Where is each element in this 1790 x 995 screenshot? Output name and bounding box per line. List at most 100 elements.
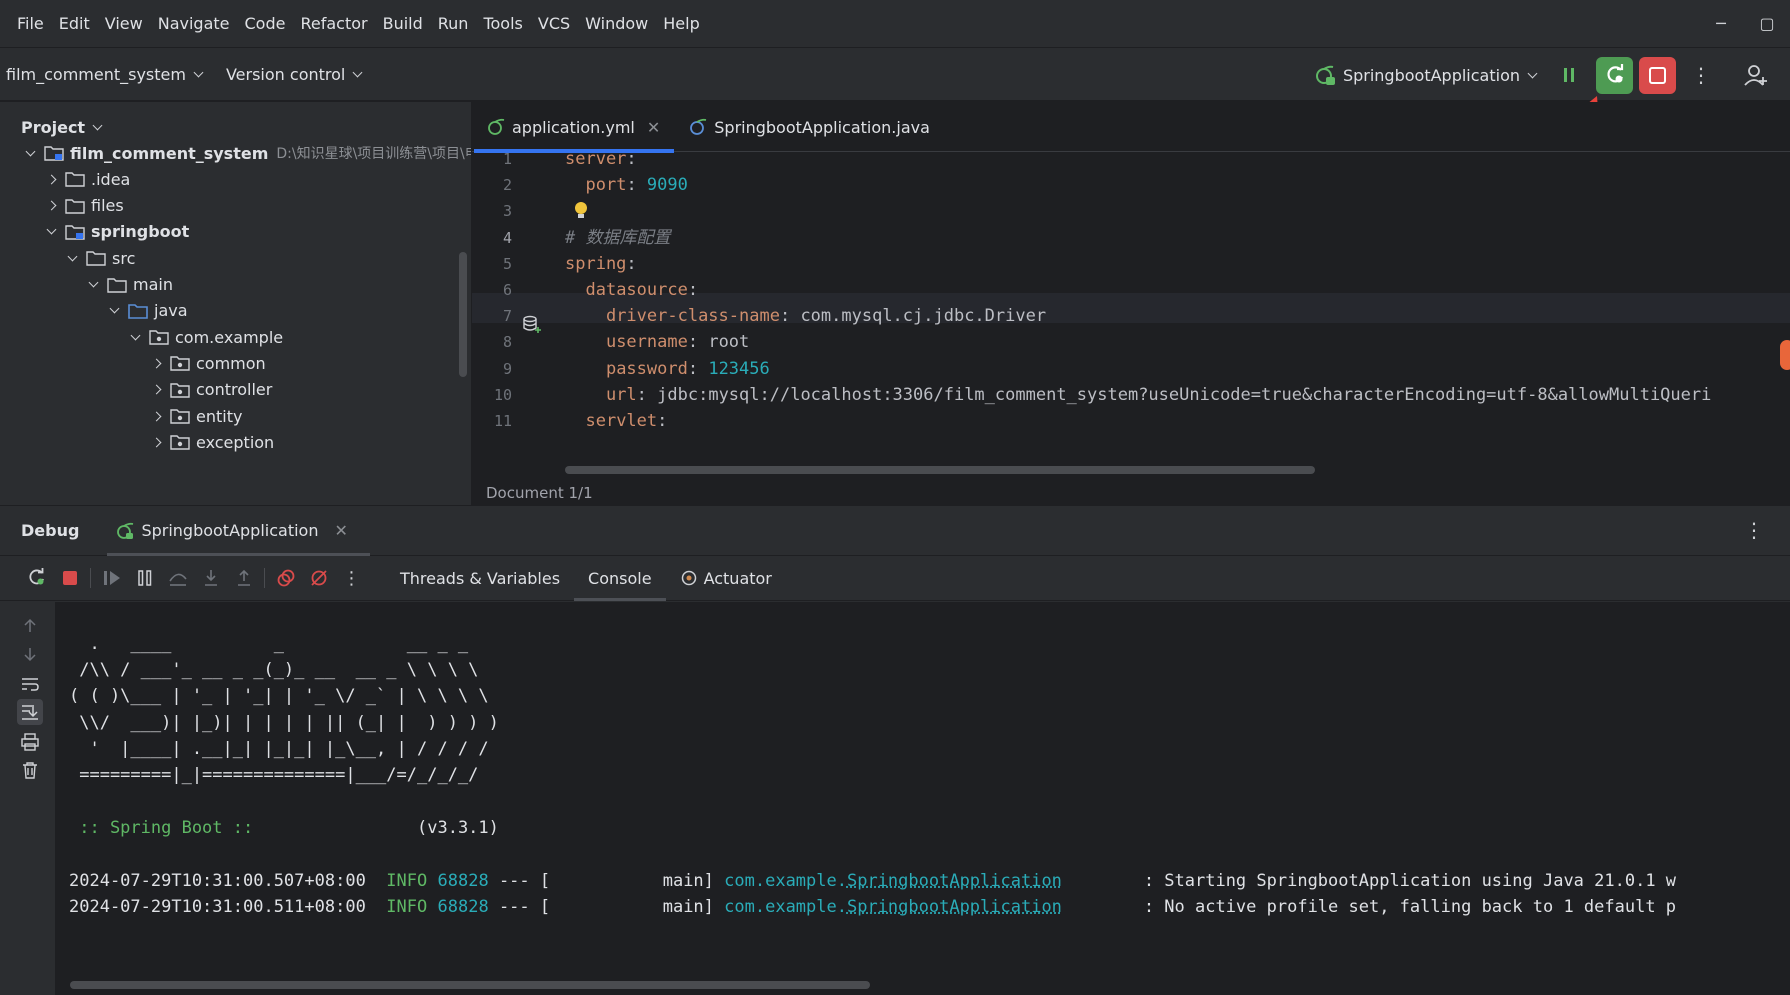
tree-vertical-scrollbar[interactable]: [459, 252, 467, 377]
vcs-label: Version control: [226, 65, 345, 84]
run-config-label: SpringbootApplication: [1343, 66, 1520, 85]
menu-navigate[interactable]: Navigate: [158, 14, 230, 33]
trash-icon[interactable]: [19, 759, 41, 781]
scroll-to-end-icon[interactable]: [17, 699, 43, 725]
menu-help[interactable]: Help: [663, 14, 699, 33]
log-time: 2024-07-29T10:31:00.507+08:00: [69, 871, 366, 891]
chevron-down-icon[interactable]: [104, 309, 124, 312]
run-config-selector[interactable]: SpringbootApplication: [1313, 64, 1536, 86]
menu-view[interactable]: View: [105, 14, 143, 33]
maximize-icon[interactable]: ▢: [1744, 14, 1790, 33]
lightbulb-icon[interactable]: [573, 200, 589, 222]
code-area[interactable]: server: port: 9090 # 数据库配置 spring: datas…: [565, 152, 1790, 482]
chevron-right-icon[interactable]: [146, 386, 166, 393]
step-over-icon[interactable]: [161, 569, 194, 587]
folder-icon: [65, 171, 87, 187]
menu-build[interactable]: Build: [383, 14, 423, 33]
close-icon[interactable]: ✕: [647, 118, 660, 137]
tree-item-label: main: [133, 275, 173, 294]
chevron-right-icon[interactable]: [41, 202, 61, 209]
chevron-right-icon[interactable]: [41, 176, 61, 183]
subtab-label: Actuator: [704, 569, 772, 588]
editor-horizontal-scrollbar[interactable]: [565, 466, 1315, 474]
chevron-down-icon[interactable]: [62, 257, 82, 260]
more-actions-icon[interactable]: ⋮: [1744, 518, 1764, 542]
chevron-down-icon[interactable]: [41, 230, 61, 233]
menu-run[interactable]: Run: [438, 14, 469, 33]
folder-icon: [107, 277, 129, 293]
chevron-down-icon: [1528, 68, 1538, 78]
code-line-3: [565, 196, 626, 226]
subtab-label: Threads & Variables: [400, 569, 560, 588]
chevron-down-icon: [93, 120, 103, 130]
log-pid: 68828: [438, 897, 489, 917]
tree-item-label: exception: [196, 433, 274, 452]
resume-icon[interactable]: [95, 569, 128, 587]
menu-refactor[interactable]: Refactor: [300, 14, 367, 33]
log-class-link[interactable]: SpringbootApplication: [847, 871, 1062, 891]
soft-wrap-icon[interactable]: [19, 673, 41, 695]
console-side-toolbar: [0, 602, 55, 995]
vcs-widget[interactable]: Version control: [226, 65, 361, 84]
chevron-down-icon[interactable]: [125, 336, 145, 339]
minimize-icon[interactable]: ─: [1698, 14, 1744, 33]
project-widget[interactable]: film_comment_system: [6, 65, 202, 84]
more-actions-icon[interactable]: ⋮: [1686, 63, 1716, 87]
yaml-key: servlet: [585, 411, 657, 431]
view-breakpoints-icon[interactable]: [269, 568, 302, 588]
rerun-icon[interactable]: [20, 568, 53, 588]
menu-code[interactable]: Code: [245, 14, 286, 33]
chevron-down-icon[interactable]: [83, 283, 103, 286]
menu-edit[interactable]: Edit: [59, 14, 90, 33]
package-icon: [149, 329, 171, 345]
yaml-spring-icon: [486, 118, 506, 136]
chevron-right-icon[interactable]: [146, 413, 166, 420]
add-user-icon[interactable]: [1736, 63, 1776, 87]
stop-button[interactable]: [1639, 57, 1676, 94]
tree-item-label: film_comment_system: [70, 144, 268, 163]
tab-springbootapplication-java[interactable]: SpringbootApplication.java: [674, 102, 944, 152]
stop-icon[interactable]: [53, 569, 86, 587]
spring-boot-line: :: Spring Boot :: (v3.3.1): [69, 813, 499, 843]
log-line: 2024-07-29T10:31:00.511+08:00 INFO 68828…: [69, 892, 1676, 922]
console-horizontal-scrollbar[interactable]: [70, 981, 870, 989]
close-icon[interactable]: ✕: [334, 521, 347, 540]
chevron-down-icon: [194, 67, 204, 77]
log-time: 2024-07-29T10:31:00.511+08:00: [69, 897, 366, 917]
mute-breakpoints-icon[interactable]: [302, 568, 335, 588]
rerun-debug-button[interactable]: [1596, 57, 1633, 94]
line-gutter: 1 2 3 4 5 6 7 8 9 10 11: [472, 152, 552, 482]
chevron-down-icon[interactable]: [20, 152, 40, 155]
console-output[interactable]: . ____ _ __ _ _ /\\ / ___'_ __ _ _(_)_ _…: [55, 602, 1790, 995]
log-class-link[interactable]: SpringbootApplication: [847, 897, 1062, 917]
tab-threads-variables[interactable]: Threads & Variables: [386, 556, 574, 601]
pause-button[interactable]: [1554, 60, 1584, 90]
log-message: : No active profile set, falling back to…: [1144, 897, 1676, 917]
chevron-right-icon[interactable]: [146, 360, 166, 367]
more-actions-icon[interactable]: ⋮: [335, 568, 368, 589]
tab-console[interactable]: Console: [574, 556, 666, 601]
line-number: 8: [472, 327, 512, 357]
pause-icon[interactable]: [128, 569, 161, 587]
arrow-up-icon[interactable]: [19, 615, 41, 637]
tab-actuator[interactable]: Actuator: [666, 556, 786, 601]
menu-vcs[interactable]: VCS: [538, 14, 570, 33]
line-number: 11: [472, 406, 512, 436]
print-icon[interactable]: [19, 731, 41, 753]
tree-item[interactable]: exception: [146, 427, 274, 457]
debug-session-tab[interactable]: SpringbootApplication ✕: [115, 506, 357, 556]
step-out-icon[interactable]: [227, 569, 260, 587]
database-icon[interactable]: [522, 315, 542, 335]
spring-run-icon: [115, 521, 135, 541]
menu-file[interactable]: File: [17, 14, 44, 33]
menu-tools[interactable]: Tools: [483, 14, 522, 33]
window-controls: ─ ▢: [1698, 0, 1790, 47]
edge-notification-icon[interactable]: [1780, 340, 1790, 370]
arrow-down-icon[interactable]: [19, 643, 41, 665]
menu-window[interactable]: Window: [585, 14, 648, 33]
step-into-icon[interactable]: [194, 569, 227, 587]
chevron-right-icon[interactable]: [146, 439, 166, 446]
chevron-down-icon: [353, 67, 363, 77]
log-package: com.example.: [724, 871, 847, 891]
yaml-value: 123456: [708, 359, 769, 379]
